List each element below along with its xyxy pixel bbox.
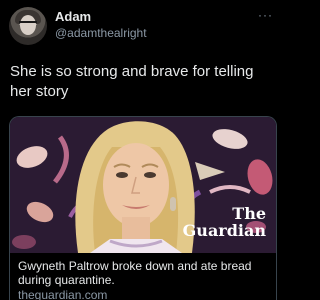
more-options-icon[interactable]: ··· (258, 8, 273, 22)
guardian-logo: The Guardian (183, 205, 266, 239)
guardian-logo-line1: The (232, 204, 266, 223)
guardian-logo-line2: Guardian (182, 221, 266, 240)
card-domain[interactable]: theguardian.com (18, 288, 107, 300)
display-name[interactable]: Adam (55, 9, 91, 24)
avatar[interactable] (9, 7, 47, 45)
avatar-glasses (19, 21, 37, 28)
card-title[interactable]: Gwyneth Paltrow broke down and ate bread… (18, 259, 268, 287)
link-card[interactable]: The Guardian Gwyneth Paltrow broke down … (9, 116, 277, 300)
user-handle[interactable]: @adamthealright (55, 26, 147, 40)
tweet-text: She is so strong and brave for telling h… (10, 63, 254, 100)
tweet[interactable]: Adam @adamthealright ··· She is so stron… (0, 0, 285, 300)
card-image[interactable]: The Guardian (10, 117, 276, 253)
